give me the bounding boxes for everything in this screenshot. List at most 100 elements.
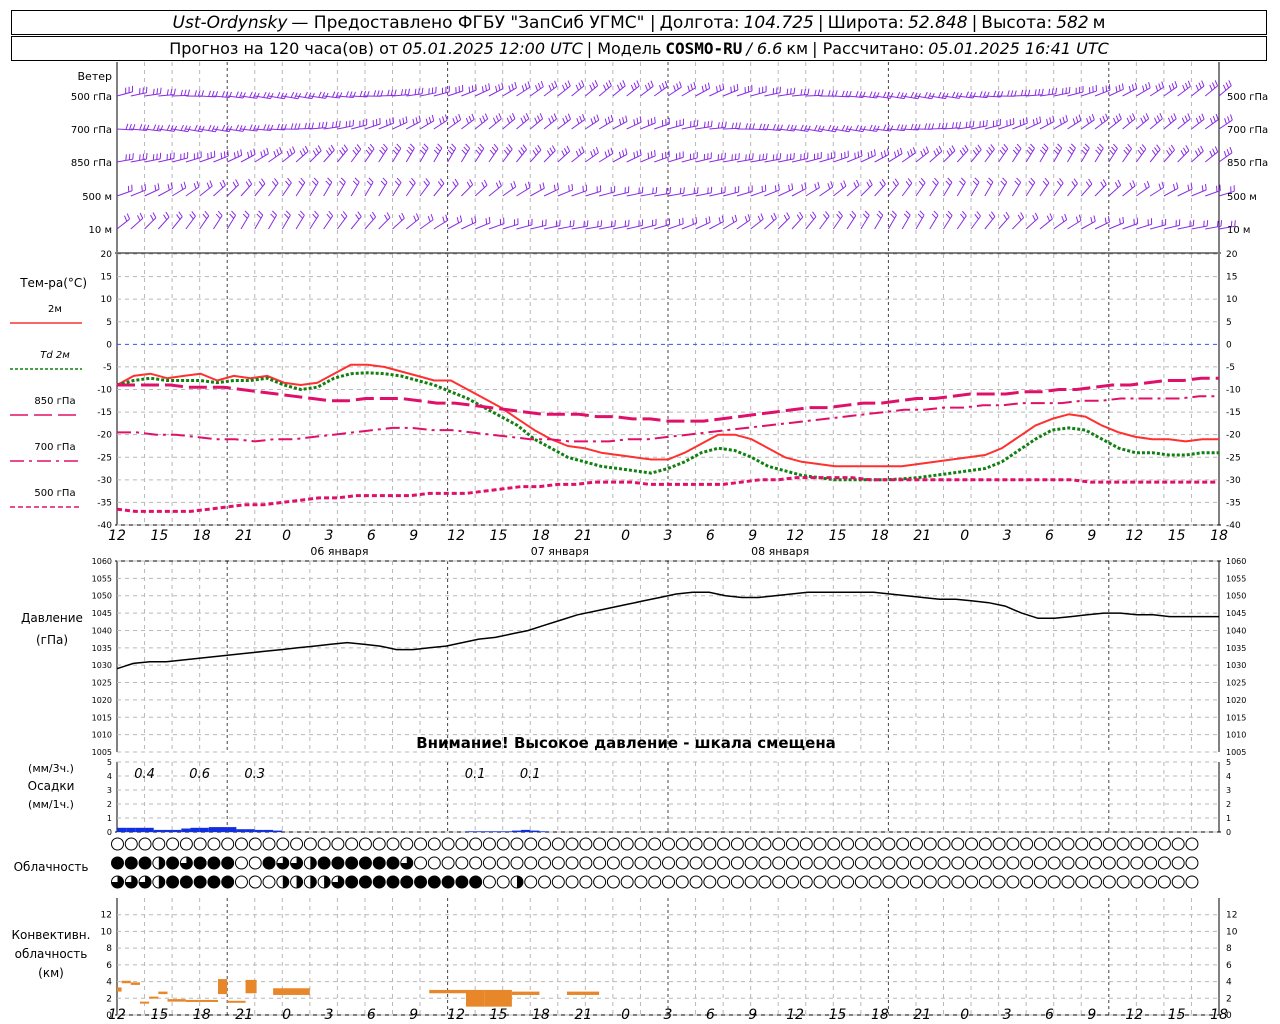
cloud-fill [166, 857, 179, 869]
wind-barb-feather [258, 181, 264, 187]
wind-barb [364, 211, 377, 230]
wind-barb-feather [625, 115, 628, 122]
wind-barb-feather [1093, 215, 1096, 222]
cloud-cover-symbol [992, 856, 1006, 870]
wind-barb-feather [511, 83, 514, 90]
wind-barb-feather [1075, 116, 1079, 123]
wind-barb-feather [423, 143, 429, 149]
cloud-cover-symbol [345, 856, 359, 870]
wind-barb-feather [924, 123, 928, 130]
cloud-cover-symbol [717, 856, 731, 870]
conv-title: Конвективн. [12, 928, 91, 942]
wind-barb [268, 210, 277, 230]
cloud-cover-symbol [1047, 875, 1061, 889]
conv-tick-label: 12 [101, 911, 112, 921]
wind-barb-feather [618, 118, 622, 125]
wind-barb-feather [498, 113, 502, 120]
cloud-cover-symbol [1116, 856, 1130, 870]
wind-barb-feather [449, 146, 455, 152]
wind-barb-shaft [860, 154, 876, 163]
wind-barb-feather [373, 90, 377, 97]
cloud-circle [1089, 875, 1103, 889]
wind-barb-feather [1127, 143, 1132, 150]
pressure-tick-label-right: 1050 [1226, 592, 1246, 601]
wind-barb-feather [242, 125, 246, 132]
wind-barb-feather [894, 178, 899, 184]
wind-barb [543, 113, 557, 130]
wind-barb-shaft [1025, 182, 1036, 197]
cloud-cover-symbol [152, 837, 166, 851]
cloud-circle [717, 856, 731, 870]
precip-bar [521, 829, 531, 832]
wind-barb-feather [1084, 143, 1090, 149]
wind-barb-feather [405, 116, 408, 123]
wind-barb-feather [830, 181, 834, 188]
cloud-circle [1006, 875, 1020, 889]
wind-barb-shaft [832, 185, 847, 197]
wind-barb-feather [873, 149, 876, 156]
wind-barb-feather [890, 125, 894, 132]
wind-barb-feather [387, 89, 390, 96]
wind-barb-feather [527, 81, 531, 88]
wind-barb-feather [128, 153, 131, 160]
date-label: 08 января [751, 545, 809, 558]
wind-barb-feather [327, 177, 333, 183]
precip-3h-label: 0.1 [520, 767, 541, 782]
wind-barb [1136, 81, 1151, 97]
wind-barb-feather [748, 153, 751, 160]
wind-barb [1080, 113, 1095, 130]
wind-barb-shaft [171, 157, 188, 163]
wind-barb-feather [614, 220, 616, 227]
cloud-circle [152, 837, 166, 851]
wind-barb [888, 178, 899, 197]
cloud-fill [359, 857, 372, 869]
precip-3h-label: 0.6 [189, 767, 210, 782]
wind-barb-feather [235, 124, 239, 131]
wind-barb-feather [1115, 86, 1118, 93]
separator: | [817, 12, 824, 33]
wind-barb-feather [209, 180, 213, 187]
cloud-circle [303, 837, 317, 851]
wind-barb-feather [593, 116, 597, 123]
wind-barb-feather [835, 90, 838, 97]
wind-barb [447, 84, 464, 97]
wind-barb [1039, 177, 1050, 197]
wind-barb-feather [1129, 182, 1133, 189]
wind-barb-feather [938, 91, 942, 98]
wind-barb-feather [886, 148, 890, 155]
wind-barb [323, 210, 334, 230]
precip-3h-label: 0.1 [465, 767, 486, 782]
wind-barb-feather [1122, 216, 1125, 223]
cloud-cover-symbol [524, 837, 538, 851]
cloud-cover-symbol [469, 837, 483, 851]
wind-barb-feather [141, 185, 143, 192]
wind-barb-shaft [612, 85, 626, 97]
wind-barb-shaft [157, 216, 170, 230]
cloud-circle [565, 837, 579, 851]
wind-barb-feather [849, 213, 855, 219]
cloud-circle [138, 837, 152, 851]
wind-barb-feather [724, 121, 727, 128]
wind-barb [1136, 180, 1150, 197]
wind-barb [971, 91, 990, 99]
cloud-circle [1061, 837, 1075, 851]
wind-barb [888, 147, 903, 163]
wind-barb-feather [534, 147, 539, 153]
wind-barb-feather [1062, 116, 1065, 123]
wind-barb-feather [1212, 148, 1216, 155]
wind-barb-shaft [1136, 223, 1152, 230]
wind-barb-shaft [819, 215, 830, 230]
wind-barb [516, 144, 527, 163]
wind-barb-feather [1059, 118, 1062, 125]
wind-barb-feather [579, 115, 583, 122]
cloud-cover-symbol [400, 856, 414, 870]
wind-barb [488, 82, 504, 97]
wind-barb-feather [456, 217, 460, 224]
wind-barb-feather [581, 80, 585, 87]
wind-barb [419, 143, 429, 163]
wind-barb-feather [498, 180, 502, 187]
wind-barb-shaft [516, 118, 530, 130]
wind-barb [585, 80, 599, 97]
wind-barb [1108, 143, 1118, 163]
cloud-circle [730, 837, 744, 851]
